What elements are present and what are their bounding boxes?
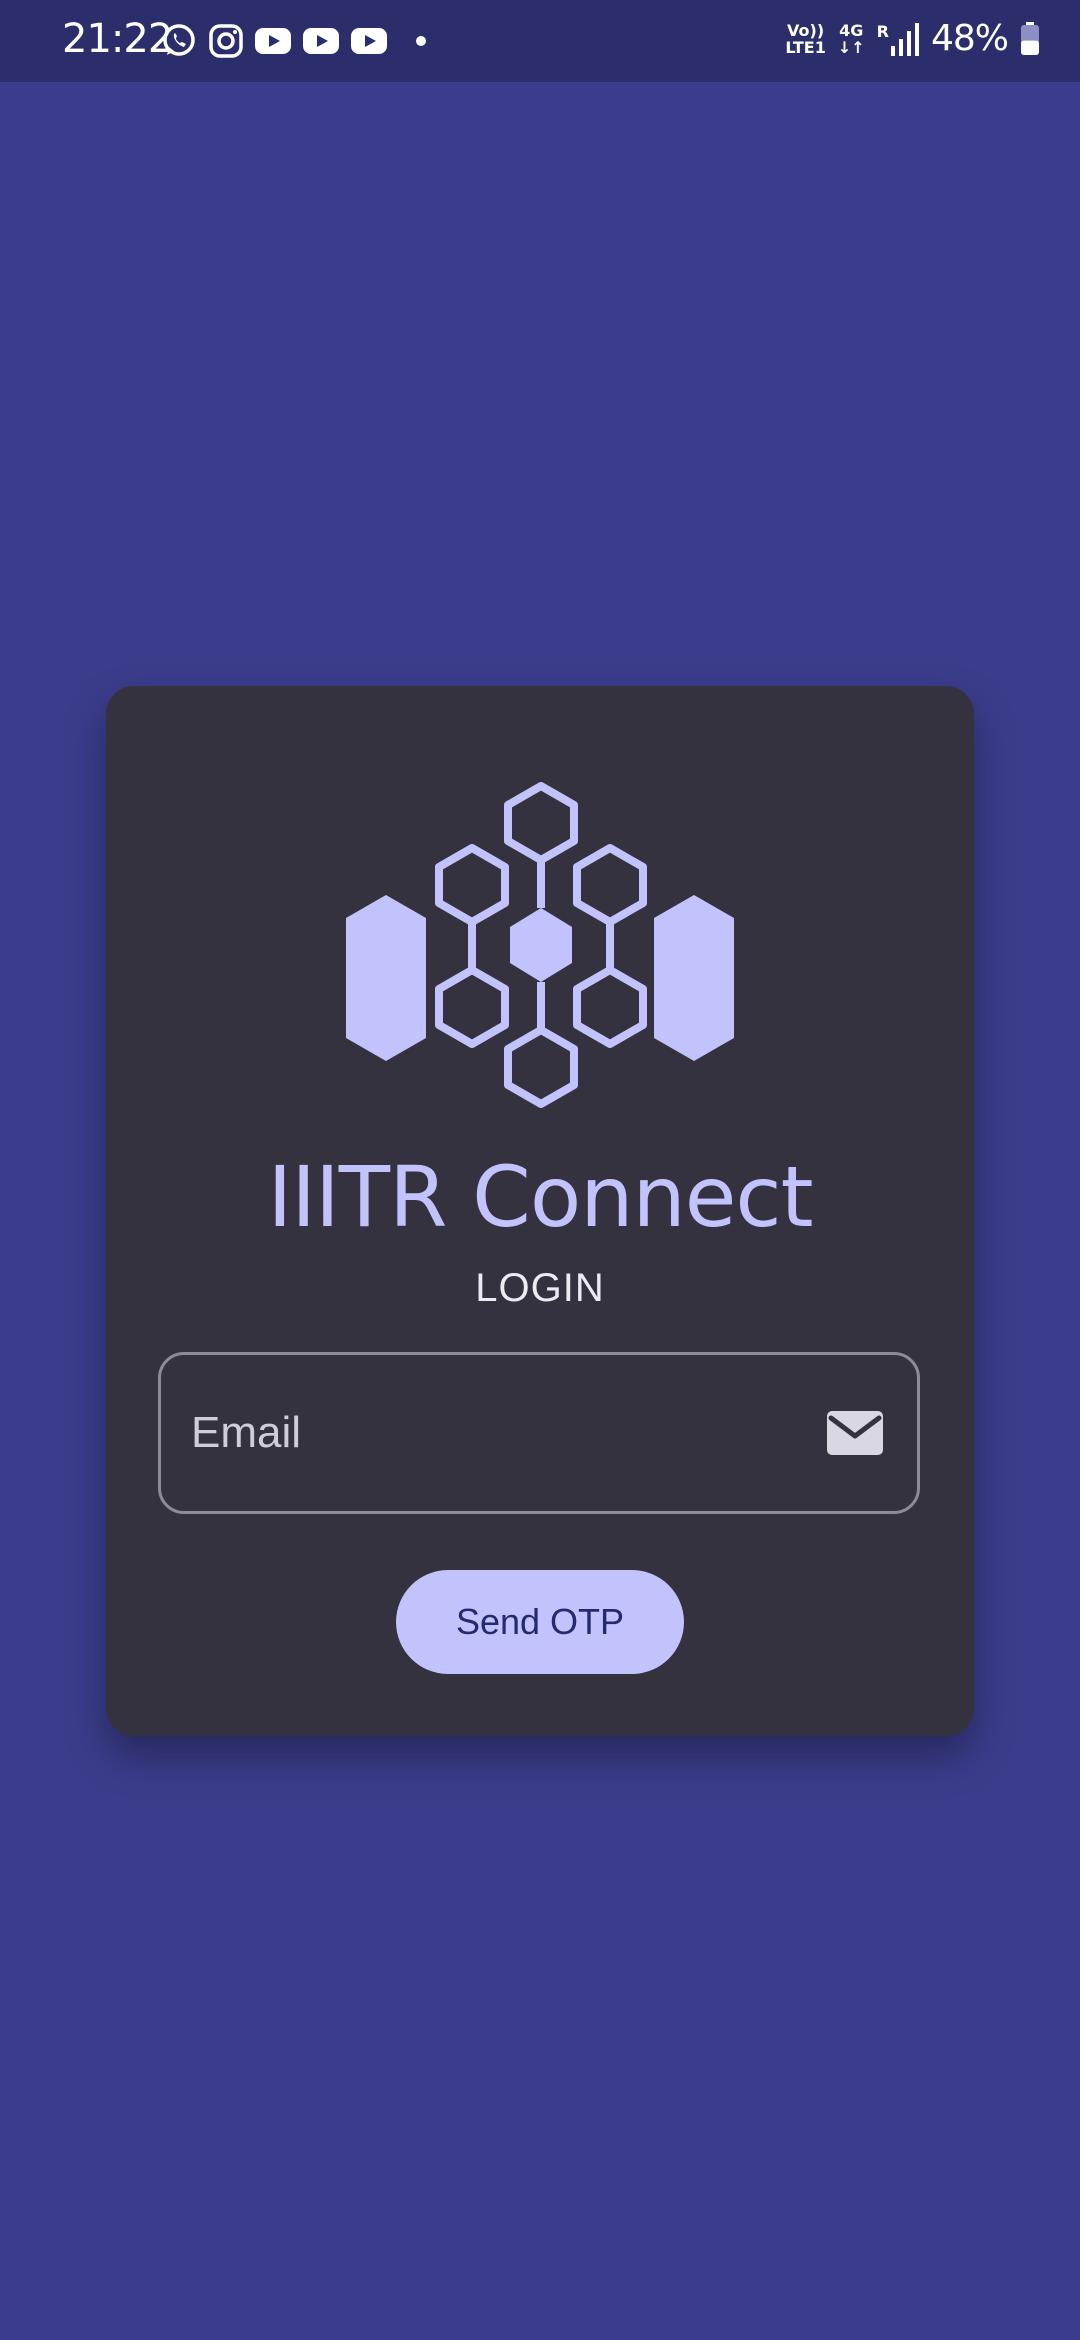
mail-icon [827,1411,883,1455]
login-heading: LOGIN [475,1266,605,1310]
volte-label: Vo)) [787,20,825,40]
send-otp-button[interactable]: Send OTP [396,1570,684,1674]
status-indicators: Vo)) LTE1 4G ↓↑ R 48% [785,18,1040,59]
email-input[interactable] [161,1407,827,1459]
battery-icon [1021,21,1039,55]
email-field[interactable] [158,1352,920,1514]
status-bar: 21:22 Vo)) LTE1 4G ↓↑ R 48% [0,0,1080,82]
signal-indicator: R [877,22,919,56]
network-type-indicator: 4G ↓↑ [838,22,865,56]
lte-label: LTE1 [785,37,826,57]
signal-strength-icon [890,22,919,56]
roaming-label: R [876,21,889,41]
volte-indicator: Vo)) LTE1 [785,22,826,56]
battery-percent: 48% [930,18,1009,59]
youtube-icon [255,28,291,54]
more-notifications-dot-icon [416,36,426,46]
app-title: IIITR Connect [267,1148,813,1246]
youtube-icon [351,28,387,54]
youtube-icon [303,28,339,54]
login-card: IIITR Connect LOGIN Send OTP [106,686,974,1736]
instagram-icon [209,24,243,58]
data-arrows-icon: ↓↑ [837,37,865,57]
status-time: 21:22 [62,16,173,62]
app-logo-icon [346,782,734,1108]
whatsapp-icon [163,24,195,56]
network-type-label: 4G [839,20,864,40]
notification-icons [160,22,426,60]
